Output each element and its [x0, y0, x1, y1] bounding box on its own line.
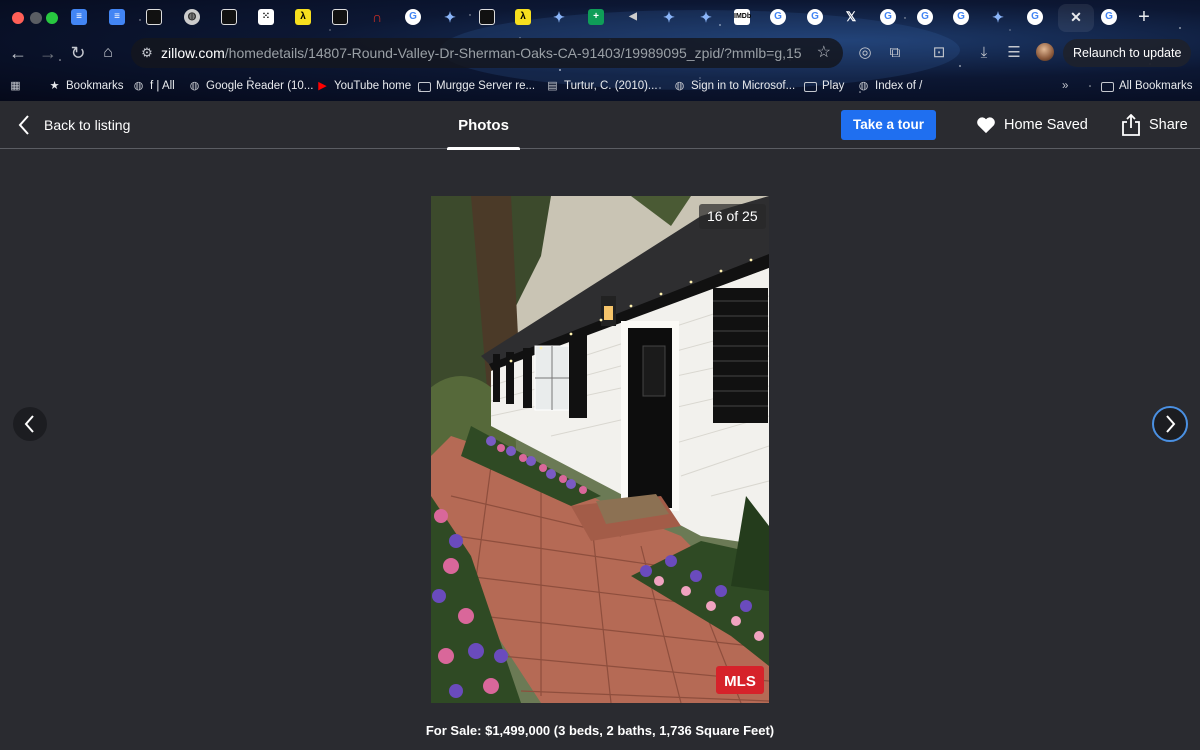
apps-grid-icon[interactable]: ▦ [9, 78, 22, 95]
home-saved-label: Home Saved [1004, 117, 1088, 133]
home-saved-button[interactable]: Home Saved [976, 114, 1088, 136]
media-icon[interactable]: ☰ [1004, 43, 1024, 63]
bookmark-item[interactable]: Murgge Server re... [418, 78, 535, 95]
bookmark-item[interactable]: ▶ YouTube home [316, 78, 411, 95]
google-icon[interactable]: G [807, 9, 823, 25]
speaker-icon[interactable]: ◀ [625, 9, 641, 25]
lens-icon[interactable]: ◎ [855, 43, 875, 63]
bookmark-item[interactable]: ▤ Turtur, C. (2010)... [546, 78, 657, 95]
url-text[interactable]: zillow.com/homedetails/14807-Round-Valle… [161, 45, 802, 61]
google-icon[interactable]: G [953, 9, 969, 25]
sheets-icon[interactable]: + [588, 9, 604, 25]
globe-icon[interactable]: ◍ [184, 9, 200, 25]
bookmark-item[interactable]: ◍ Google Reader (10... [188, 78, 314, 95]
share-label: Share [1149, 117, 1188, 133]
profile-avatar[interactable] [1036, 43, 1054, 61]
house-exterior-photo: MLS [431, 196, 769, 703]
docs-icon[interactable]: ≡ [71, 9, 87, 25]
share-icon [1122, 114, 1140, 136]
forward-arrow-icon[interactable]: → [36, 41, 60, 65]
gemini-icon[interactable]: ✦ [661, 9, 677, 25]
gemini-icon[interactable]: ✦ [551, 9, 567, 25]
google-icon[interactable]: G [770, 9, 786, 25]
chevron-right-icon [1166, 415, 1176, 433]
back-to-listing-label: Back to listing [44, 117, 131, 133]
listing-caption: For Sale: $1,499,000 (3 beds, 2 baths, 1… [425, 723, 775, 738]
gemini-icon[interactable]: ✦ [698, 9, 714, 25]
back-arrow-icon[interactable]: ← [6, 41, 30, 65]
heart-icon [977, 117, 995, 134]
relaunch-button[interactable]: Relaunch to update [1063, 39, 1192, 67]
maximize-window-button[interactable] [46, 12, 58, 24]
imdb-icon[interactable]: IMDb [734, 9, 751, 25]
browser-chrome: ≡ ≡ ◍ ⁙ λ ∩ G ✦ λ ✦ + ◀ ✦ ✦ IMDb G G 𝕏 G… [0, 0, 1200, 101]
docs-icon[interactable]: ≡ [109, 9, 125, 25]
close-window-button[interactable] [12, 12, 24, 24]
minimize-window-button[interactable] [30, 12, 42, 24]
address-bar[interactable]: ⚙ zillow.com/homedetails/14807-Round-Val… [131, 38, 843, 68]
share-button[interactable]: Share [1121, 113, 1188, 137]
photo-counter: 16 of 25 [699, 204, 766, 229]
google-icon[interactable]: G [917, 9, 933, 25]
chevron-left-icon [18, 115, 29, 135]
bookmark-item[interactable]: Play [804, 78, 844, 95]
x-icon[interactable]: 𝕏 [843, 9, 859, 25]
bookmark-item[interactable]: ◍ Index of / [857, 78, 923, 95]
box-icon[interactable] [479, 9, 495, 25]
reload-icon[interactable]: ↻ [66, 41, 90, 65]
bookmarks-overflow-icon[interactable]: » [1062, 78, 1068, 95]
google-icon[interactable]: G [1027, 9, 1043, 25]
lambda-icon[interactable]: λ [295, 9, 311, 25]
take-a-tour-button[interactable]: Take a tour [841, 110, 936, 140]
listing-photo: MLS 16 of 25 [431, 196, 769, 703]
bookmark-item[interactable]: ★ Bookmarks [48, 78, 124, 95]
bookmark-star-icon[interactable]: ☆ [817, 44, 831, 62]
photo-viewer-header: Back to listing Photos Take a tour Home … [0, 101, 1200, 150]
home-icon[interactable]: ⌂ [96, 41, 120, 65]
dice-icon[interactable]: ⁙ [258, 9, 274, 25]
photo-viewer: MLS 16 of 25 For Sale: $1,499,000 (3 bed… [0, 150, 1200, 750]
google-icon[interactable]: G [880, 9, 896, 25]
previous-photo-button[interactable] [13, 407, 47, 441]
tab-photos[interactable]: Photos [447, 101, 520, 150]
chevron-left-icon [24, 415, 34, 433]
bookmarks-bar: ▦ ★ Bookmarks ◍ f | All ◍ Google Reader (10… [0, 72, 1200, 101]
close-tab-icon[interactable]: ✕ [1068, 9, 1084, 25]
site-settings-icon[interactable]: ⚙ [139, 45, 155, 61]
tab-photos-label: Photos [458, 117, 509, 134]
download-icon[interactable]: ⤓ [974, 43, 994, 63]
mls-watermark: MLS [716, 666, 764, 694]
box-icon[interactable] [146, 9, 162, 25]
gemini-icon[interactable]: ✦ [442, 9, 458, 25]
tab-search-icon[interactable]: ⊡ [929, 43, 949, 63]
google-icon[interactable]: G [405, 9, 421, 25]
lambda-icon[interactable]: λ [515, 9, 531, 25]
browser-toolbar: ← → ↻ ⌂ ⚙ zillow.com/homedetails/14807-R… [0, 34, 1200, 72]
tab-strip: ≡ ≡ ◍ ⁙ λ ∩ G ✦ λ ✦ + ◀ ✦ ✦ IMDb G G 𝕏 G… [0, 0, 1200, 34]
google-icon[interactable]: G [1101, 9, 1117, 25]
gemini-icon[interactable]: ✦ [990, 9, 1006, 25]
extensions-icon[interactable]: ⧉ [885, 43, 905, 63]
back-to-listing-link[interactable]: Back to listing [18, 113, 130, 137]
svg-text:MLS: MLS [724, 673, 756, 690]
bookmark-item[interactable]: ◍ Sign in to Microsof... [673, 78, 796, 95]
box-icon[interactable] [221, 9, 237, 25]
box-icon[interactable] [332, 9, 348, 25]
new-tab-button[interactable]: + [1135, 6, 1153, 29]
bookmark-item[interactable]: ◍ f | All [132, 78, 175, 95]
c-icon[interactable]: ∩ [369, 9, 385, 25]
all-bookmarks[interactable]: All Bookmarks [1101, 78, 1193, 95]
next-photo-button[interactable] [1152, 406, 1188, 442]
